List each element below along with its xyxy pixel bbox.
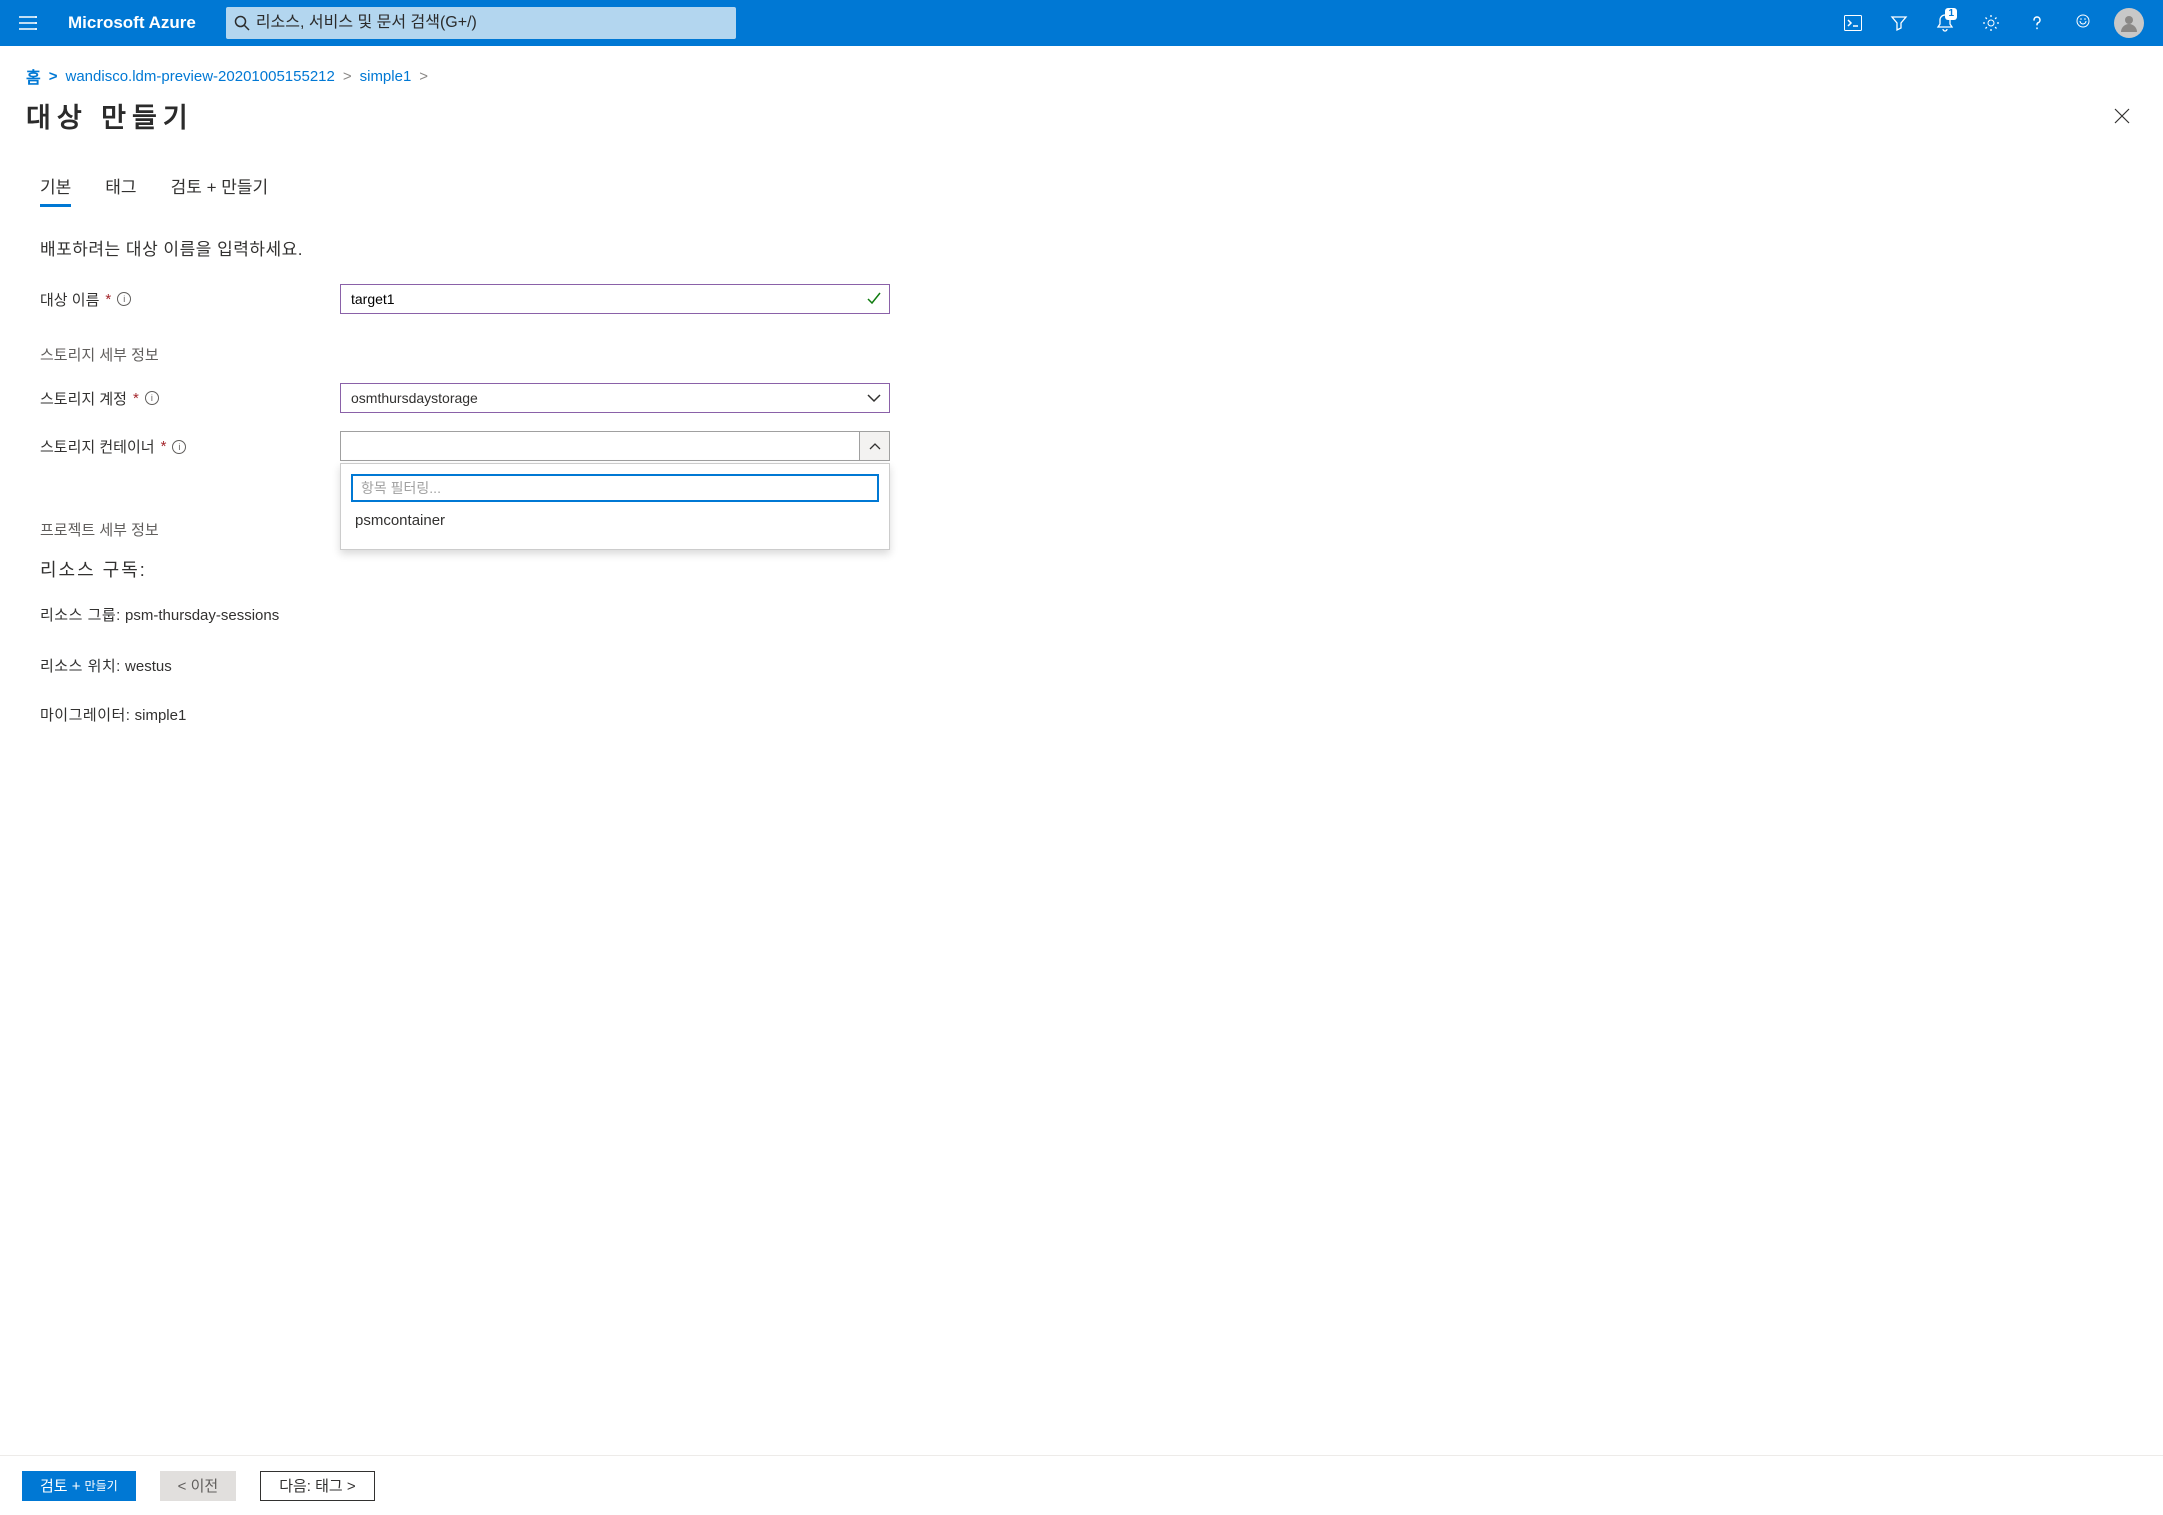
loc-label: 리소스 위치: <box>40 658 121 675</box>
row-storage-account: 스토리지 계정 * i osmthursdaystorage <box>40 383 2123 413</box>
settings-icon[interactable] <box>1969 0 2013 46</box>
rg-value: psm-thursday-sessions <box>125 607 279 624</box>
validation-check-icon <box>866 291 882 310</box>
btn-text: 검토 + <box>40 1475 81 1496</box>
topbar: Microsoft Azure 1 <box>0 0 2163 46</box>
close-icon <box>2114 108 2130 124</box>
btn-text-sm: 만들기 <box>85 1477 118 1494</box>
tab-tags[interactable]: 태그 <box>105 173 136 207</box>
label-storage-account: 스토리지 계정 * i <box>40 388 340 409</box>
breadcrumb-item-1[interactable]: wandisco.ldm-preview-20201005155212 <box>66 68 335 85</box>
info-icon[interactable]: i <box>117 292 131 306</box>
label-target-name: 대상 이름 * i <box>40 289 340 310</box>
info-icon[interactable]: i <box>145 391 159 405</box>
breadcrumb-home[interactable]: 홈 <box>26 64 41 88</box>
chevron-up-icon <box>859 432 889 460</box>
content: 기본 태그 검토 + 만들기 배포하려는 대상 이름을 입력하세요. 대상 이름… <box>0 173 2163 865</box>
rg-label: 리소스 그룹: <box>40 607 121 624</box>
dropdown-option[interactable]: psmcontainer <box>351 502 879 539</box>
tab-review[interactable]: 검토 + 만들기 <box>171 173 269 207</box>
user-icon <box>2118 12 2140 34</box>
notifications-icon[interactable]: 1 <box>1923 0 1967 46</box>
location-line: 리소스 위치: westus <box>40 655 2123 676</box>
dropdown-value: osmthursdaystorage <box>351 390 478 406</box>
migrator-line: 마이그레이터: simple1 <box>40 704 2123 725</box>
storage-account-dropdown[interactable]: osmthursdaystorage <box>340 383 890 413</box>
search-box[interactable] <box>226 7 736 39</box>
mig-value: simple1 <box>135 707 187 724</box>
directory-filter-icon[interactable] <box>1877 0 1921 46</box>
resource-group-line: 리소스 그룹: psm-thursday-sessions <box>40 604 2123 625</box>
storage-container-dropdown[interactable] <box>340 431 890 461</box>
hamburger-icon <box>19 16 37 30</box>
label-text: 대상 이름 <box>40 289 99 310</box>
instruction-text: 배포하려는 대상 이름을 입력하세요. <box>40 235 2123 260</box>
bottom-bar: 검토 + 만들기 < 이전 다음: 태그 > <box>0 1455 2163 1515</box>
subscription-label: 리소스 구독: <box>40 556 2123 582</box>
required-mark: * <box>161 438 167 455</box>
notification-badge: 1 <box>1945 8 1957 20</box>
page-title: 대상 만들기 <box>26 96 194 135</box>
label-storage-container: 스토리지 컨테이너 * i <box>40 431 340 457</box>
loc-value: westus <box>125 658 172 675</box>
row-target-name: 대상 이름 * i <box>40 284 2123 314</box>
previous-button: < 이전 <box>160 1471 237 1501</box>
breadcrumb-sep: > <box>419 68 428 85</box>
review-create-button[interactable]: 검토 + 만들기 <box>22 1471 136 1501</box>
row-storage-container: 스토리지 컨테이너* i psmcontainer <box>40 431 2123 461</box>
cloud-shell-icon[interactable] <box>1831 0 1875 46</box>
tabs: 기본 태그 검토 + 만들기 <box>40 173 2123 207</box>
breadcrumb-sep: > <box>343 68 352 85</box>
breadcrumb-sep: > <box>49 68 58 85</box>
menu-toggle[interactable] <box>12 7 44 39</box>
account-avatar[interactable] <box>2107 0 2151 46</box>
required-mark: * <box>133 390 139 407</box>
breadcrumb: 홈 > wandisco.ldm-preview-20201005155212 … <box>0 46 2163 88</box>
next-button[interactable]: 다음: 태그 > <box>260 1471 374 1501</box>
dropdown-panel: psmcontainer <box>340 463 890 550</box>
label-text: 스토리지 컨테이너 <box>40 436 155 457</box>
dropdown-filter-input[interactable] <box>351 474 879 502</box>
required-mark: * <box>105 291 111 308</box>
breadcrumb-item-2[interactable]: simple1 <box>360 68 412 85</box>
feedback-icon[interactable] <box>2061 0 2105 46</box>
label-text: 스토리지 계정 <box>40 388 127 409</box>
search-input[interactable] <box>256 14 728 32</box>
title-row: 대상 만들기 <box>0 88 2163 155</box>
target-name-input[interactable] <box>340 284 890 314</box>
brand[interactable]: Microsoft Azure <box>68 13 196 33</box>
tab-basic[interactable]: 기본 <box>40 173 71 207</box>
close-button[interactable] <box>2107 101 2137 131</box>
help-icon[interactable] <box>2015 0 2059 46</box>
topbar-icons: 1 <box>1831 0 2151 46</box>
mig-label: 마이그레이터: <box>40 707 130 724</box>
info-icon[interactable]: i <box>172 440 186 454</box>
chevron-down-icon <box>867 390 881 406</box>
search-icon <box>234 15 250 31</box>
storage-heading: 스토리지 세부 정보 <box>40 344 2123 365</box>
